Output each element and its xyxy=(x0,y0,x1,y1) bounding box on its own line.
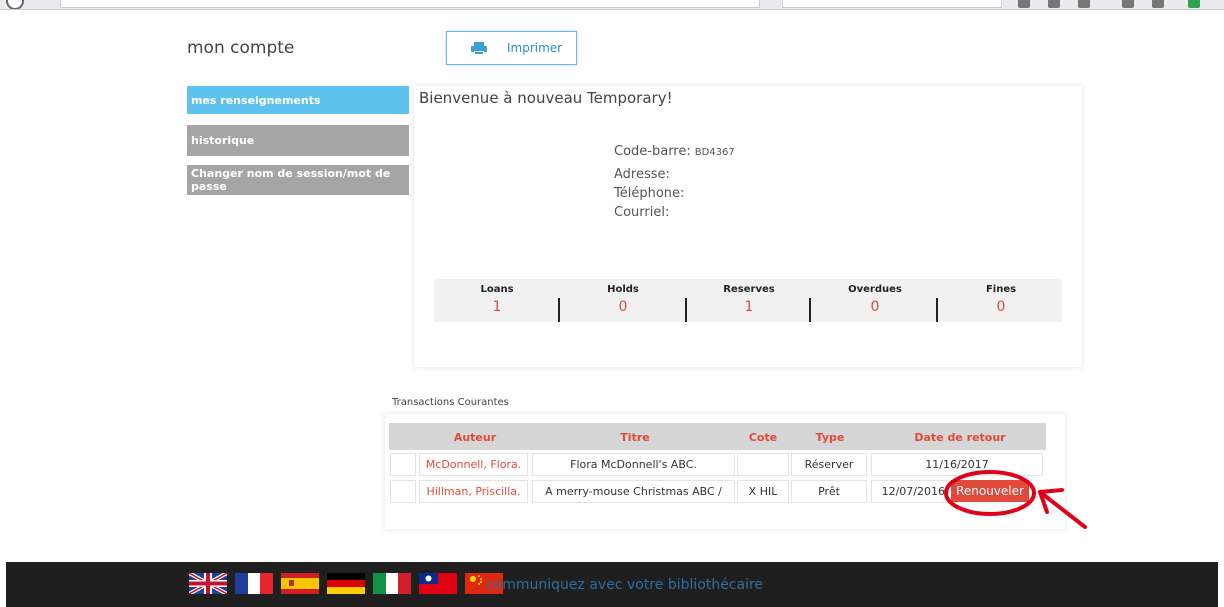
cote-cell: X HIL xyxy=(737,480,789,503)
stat-overdues[interactable]: Overdues 0 xyxy=(812,279,938,322)
row-select-cell xyxy=(390,453,416,476)
france-flag-icon[interactable] xyxy=(235,573,273,594)
column-header-author[interactable]: Auteur xyxy=(430,431,520,444)
author-link[interactable]: Hillman, Priscilla. xyxy=(419,480,528,503)
renew-button[interactable]: Renouveler xyxy=(951,480,1029,502)
germany-flag-icon[interactable] xyxy=(327,573,365,594)
print-button-label: Imprimer xyxy=(507,41,563,55)
transactions-title: Transactions Courantes xyxy=(392,397,509,408)
stat-value: 0 xyxy=(870,299,880,315)
extension-icon[interactable] xyxy=(1188,0,1200,8)
barcode-row: Code-barre: BD4367 xyxy=(614,144,735,159)
column-header-type[interactable]: Type xyxy=(795,431,865,444)
address-label: Adresse: xyxy=(614,167,670,182)
title-cell: Flora McDonnell's ABC. xyxy=(532,453,735,476)
stat-fines[interactable]: Fines 0 xyxy=(938,279,1064,322)
download-icon[interactable] xyxy=(1078,0,1090,8)
account-stats: Loans 1 Holds 0 Reserves 1 Overdues 0 Fi… xyxy=(434,279,1062,322)
browser-toolbar xyxy=(0,0,1224,10)
column-header-title[interactable]: Titre xyxy=(540,431,730,444)
printer-icon xyxy=(471,41,487,55)
author-link[interactable]: McDonnell, Flora. xyxy=(419,453,528,476)
stat-divider xyxy=(936,298,938,322)
stat-value: 1 xyxy=(744,299,754,315)
stat-label: Loans xyxy=(480,284,514,295)
sidebar-item-label: historique xyxy=(191,134,255,147)
type-cell: Prêt xyxy=(791,480,867,503)
stat-label: Holds xyxy=(607,284,639,295)
column-header-cote[interactable]: Cote xyxy=(738,431,788,444)
welcome-message: Bienvenue à nouveau Temporary! xyxy=(419,89,673,107)
address-bar[interactable] xyxy=(60,0,760,8)
account-panel xyxy=(414,86,1082,367)
spain-flag-icon[interactable] xyxy=(281,573,319,594)
sidebar-item-my-info[interactable]: mes renseignements xyxy=(187,86,409,114)
stat-label: Fines xyxy=(985,284,1017,295)
due-date-cell: 12/07/2016 xyxy=(871,480,949,503)
stat-value: 1 xyxy=(492,299,502,315)
barcode-value: BD4367 xyxy=(694,147,735,158)
stat-divider xyxy=(809,298,811,322)
stat-holds[interactable]: Holds 0 xyxy=(560,279,686,322)
barcode-label: Code-barre: xyxy=(614,144,691,159)
contact-librarian-link[interactable]: communiquez avec votre bibliothécaire xyxy=(486,577,763,593)
taiwan-flag-icon[interactable] xyxy=(419,573,457,594)
bookmark-icon[interactable] xyxy=(1018,0,1030,8)
sidebar-item-label: Changer nom de session/mot de passe xyxy=(191,167,391,193)
print-button[interactable]: Imprimer xyxy=(446,31,577,65)
stat-value: 0 xyxy=(618,299,628,315)
page-title: mon compte xyxy=(187,38,295,58)
stat-label: Reserves xyxy=(723,284,775,295)
stat-divider xyxy=(558,298,560,322)
column-header-due-date[interactable]: Date de retour xyxy=(880,431,1040,444)
italy-flag-icon[interactable] xyxy=(373,573,411,594)
sidebar-item-label: mes renseignements xyxy=(191,93,321,107)
back-icon[interactable] xyxy=(6,0,24,9)
stat-loans[interactable]: Loans 1 xyxy=(434,279,560,322)
stat-reserves[interactable]: Reserves 1 xyxy=(686,279,812,322)
stat-divider xyxy=(685,298,687,322)
cote-cell xyxy=(737,453,789,476)
sidebar-item-change-password[interactable]: Changer nom de session/mot de passe xyxy=(187,165,409,195)
title-cell: A merry-mouse Christmas ABC / xyxy=(532,480,735,503)
stat-value: 0 xyxy=(996,299,1006,315)
home-icon[interactable] xyxy=(1122,0,1134,8)
uk-flag-icon[interactable] xyxy=(189,573,227,594)
type-cell: Réserver xyxy=(791,453,867,476)
email-label: Courriel: xyxy=(614,205,670,220)
sidebar-item-history[interactable]: historique xyxy=(187,125,409,156)
phone-label: Téléphone: xyxy=(614,186,685,201)
due-date-cell: 11/16/2017 xyxy=(871,453,1043,476)
stat-label: Overdues xyxy=(848,284,902,295)
menu-icon[interactable] xyxy=(1152,0,1164,8)
browser-search-box[interactable] xyxy=(782,0,1002,8)
library-icon[interactable] xyxy=(1048,0,1060,8)
row-select-cell xyxy=(390,480,416,503)
